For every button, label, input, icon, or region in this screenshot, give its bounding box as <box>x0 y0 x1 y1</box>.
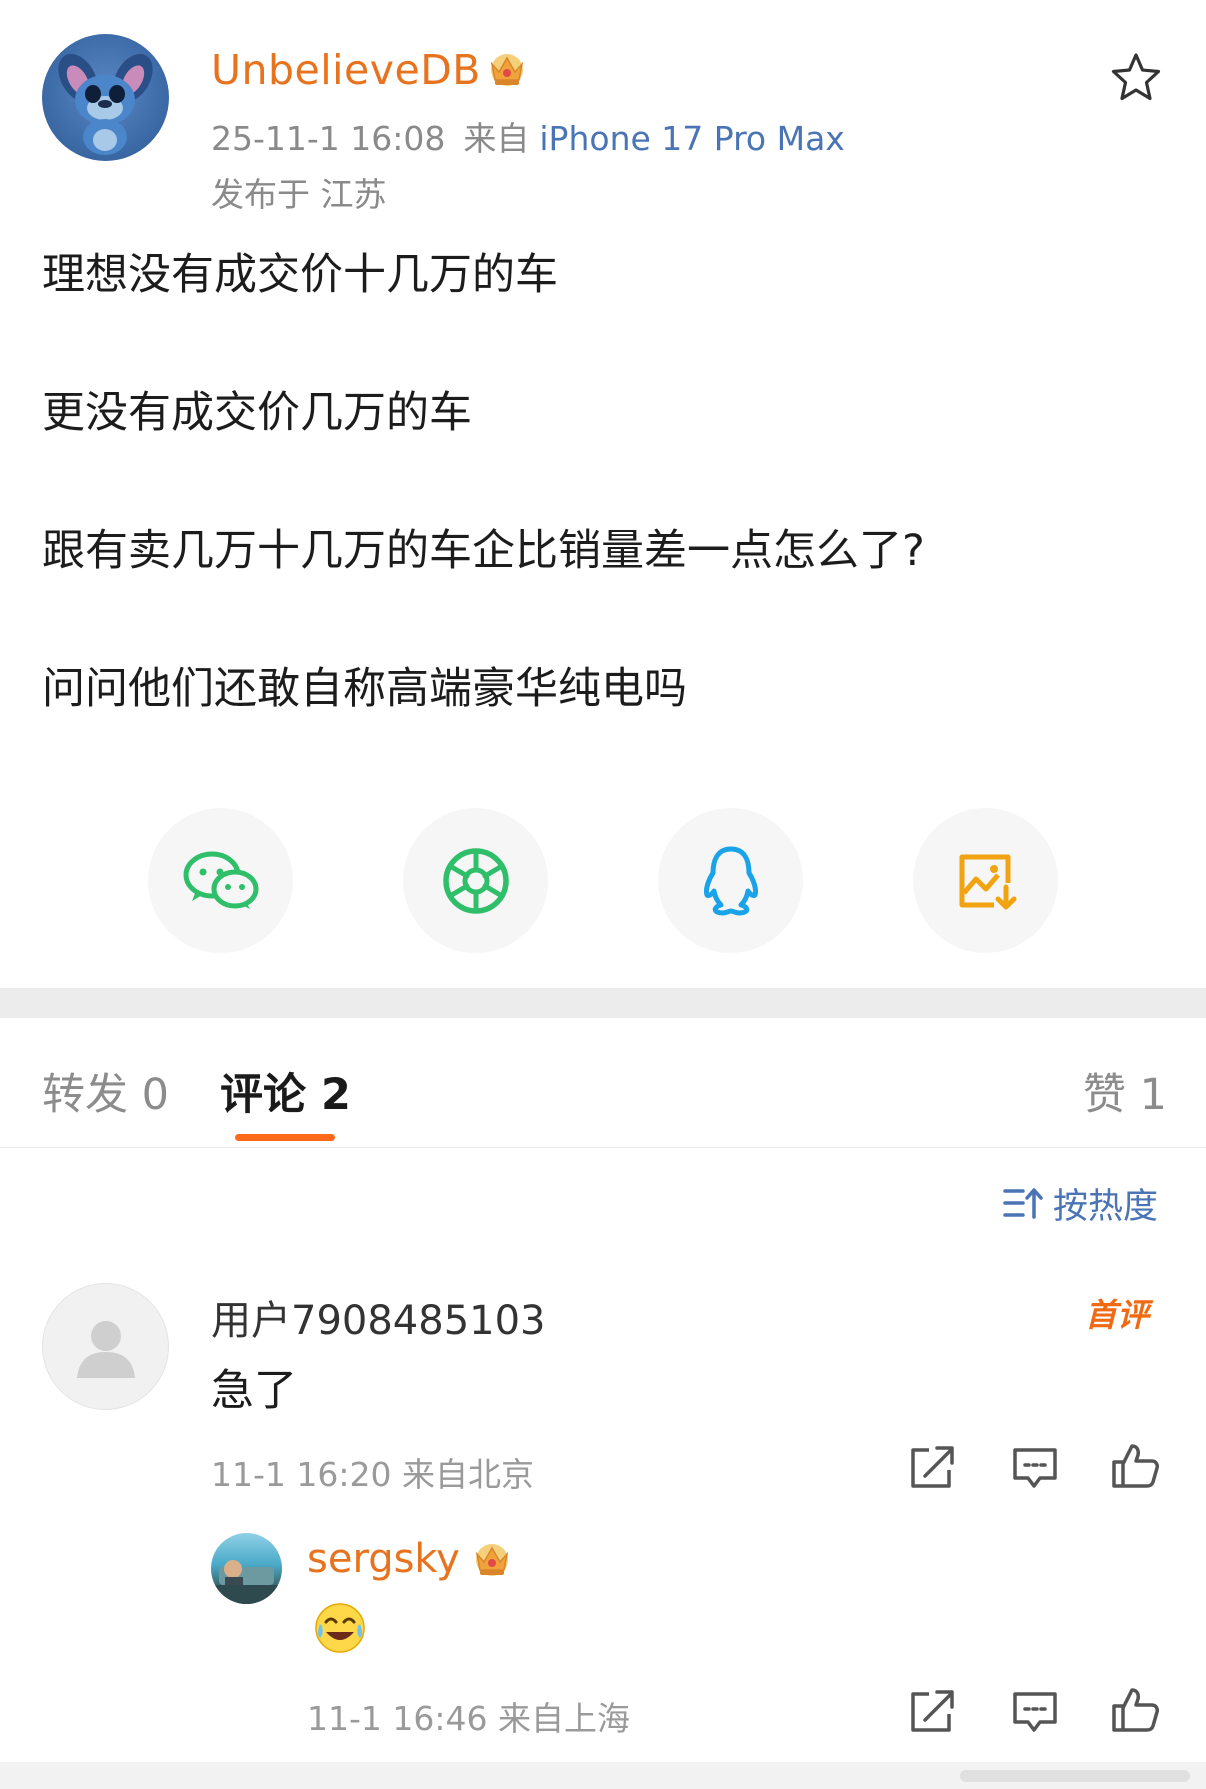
reply-icon[interactable] <box>1010 1442 1060 1492</box>
crown-badge-icon <box>475 1544 509 1576</box>
sort-icon <box>1003 1188 1043 1219</box>
share-moments-button[interactable] <box>403 808 548 953</box>
author-avatar[interactable] <box>42 34 169 161</box>
like-thumb-icon[interactable] <box>1110 1440 1160 1490</box>
first-comment-badge: 首评 <box>1085 1296 1150 1334</box>
post-timestamp: 25-11-1 16:08 <box>211 119 446 158</box>
from-label: 来自 <box>463 119 530 158</box>
post-header: UnbelieveDB 25-11-1 16:08 来自 iPhone 17 Pro… <box>0 0 1206 220</box>
sort-toggle[interactable]: 按热度 <box>1003 1180 1159 1227</box>
commenter-avatar[interactable] <box>42 1283 169 1410</box>
home-indicator <box>960 1770 1190 1782</box>
reply-icon[interactable] <box>1010 1686 1060 1736</box>
commenter-name[interactable]: 用户7908485103 <box>211 1288 546 1346</box>
post-location: 发布于 江苏 <box>211 175 387 214</box>
share-qq-button[interactable] <box>658 808 803 953</box>
save-image-icon <box>959 854 1016 909</box>
like-thumb-icon[interactable] <box>1110 1684 1160 1734</box>
repost-icon[interactable] <box>907 1686 957 1736</box>
post-line: 更没有成交价几万的车 <box>42 388 472 438</box>
repost-icon[interactable] <box>907 1442 957 1492</box>
sort-label: 按热度 <box>1053 1186 1159 1227</box>
laughing-crying-emoji-icon <box>315 1603 365 1653</box>
comment-meta: 11-1 16:20 来自北京 <box>211 1455 534 1494</box>
tab-likes[interactable]: 赞 1 <box>1083 1060 1167 1122</box>
post-line: 跟有卖几万十几万的车企比销量差一点怎么了? <box>42 526 925 576</box>
interaction-tabs: 转发 0 评论 2 赞 1 <box>0 1018 1206 1148</box>
share-row <box>0 808 1206 953</box>
comment-text: 急了 <box>211 1366 297 1416</box>
post-meta: 25-11-1 16:08 来自 iPhone 17 Pro Max <box>211 112 845 160</box>
replier-avatar[interactable] <box>211 1533 282 1604</box>
default-user-icon <box>76 1320 135 1378</box>
photo-avatar-icon <box>211 1560 282 1604</box>
post-content: 理想没有成交价十几万的车 更没有成交价几万的车 跟有卖几万十几万的车企比销量差一… <box>42 245 1162 797</box>
stitch-avatar-icon <box>58 53 153 155</box>
author-name[interactable]: UnbelieveDB <box>211 46 481 94</box>
moments-icon <box>442 847 509 914</box>
wechat-icon <box>183 851 258 909</box>
tab-repost[interactable]: 转发 0 <box>42 1060 169 1122</box>
post-source[interactable]: iPhone 17 Pro Max <box>539 119 844 158</box>
save-image-button[interactable] <box>913 808 1058 953</box>
share-wechat-button[interactable] <box>148 808 293 953</box>
favorite-star-icon[interactable] <box>1108 50 1164 106</box>
crown-badge-icon <box>490 54 524 86</box>
section-divider <box>0 988 1206 1018</box>
active-tab-indicator <box>235 1134 335 1141</box>
reply-meta: 11-1 16:46 来自上海 <box>307 1699 630 1738</box>
post-line: 问问他们还敢自称高端豪华纯电吗 <box>42 664 687 714</box>
qq-icon <box>703 846 758 915</box>
post-line: 理想没有成交价十几万的车 <box>42 250 558 300</box>
tab-comments[interactable]: 评论 2 <box>220 1060 351 1122</box>
replier-name[interactable]: sergsky <box>307 1536 460 1582</box>
